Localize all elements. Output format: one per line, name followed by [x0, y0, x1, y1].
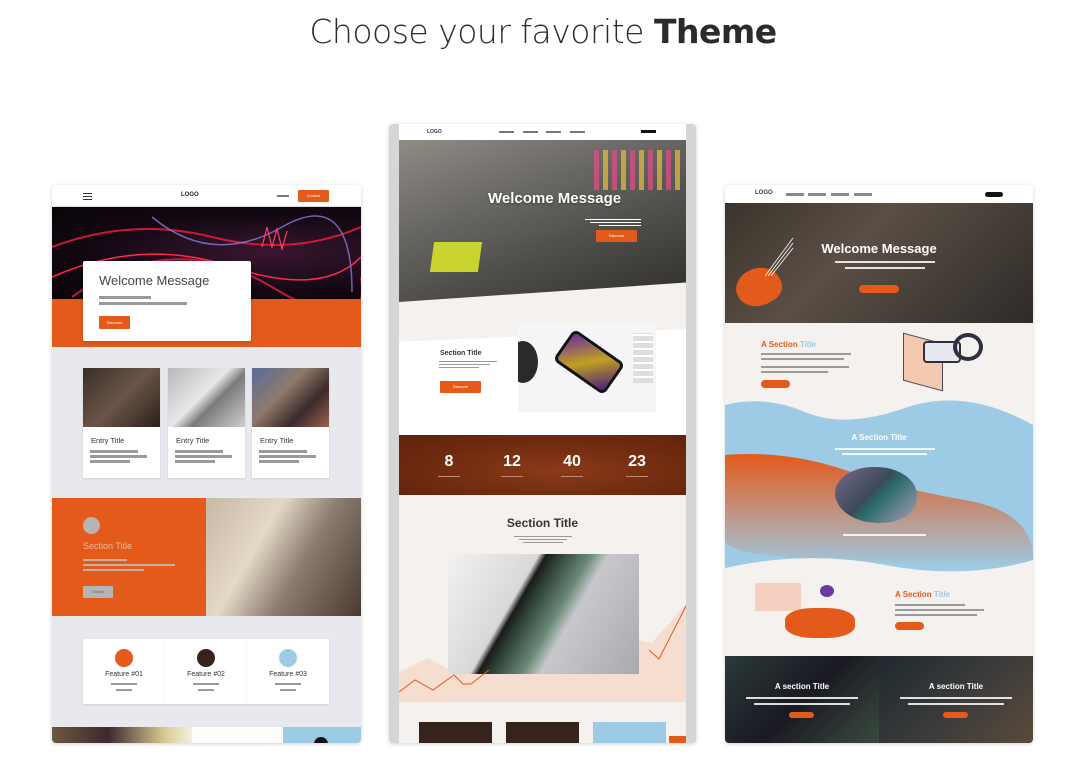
- entry-card: Entry Title: [83, 368, 160, 478]
- tile-button: [943, 712, 968, 718]
- theme2-footer-block: [419, 722, 492, 743]
- theme2-navbar: LOGO: [399, 124, 686, 140]
- theme3-logo: LOGO: [755, 190, 773, 196]
- theme2-section-discover-button: Discover: [440, 381, 481, 393]
- theme1-section-title: Section Title: [83, 541, 133, 551]
- entry-image: [168, 368, 245, 427]
- theme1-welcome-box: Welcome Message Discover: [83, 261, 251, 341]
- nav-link-placeholder: [854, 193, 872, 196]
- page-title-prefix: Choose your favorite: [309, 12, 654, 51]
- theme2-logo: LOGO: [427, 129, 442, 135]
- feature-icon: [115, 649, 133, 667]
- camera-lens: [518, 341, 538, 383]
- tile-title: A section Title: [928, 682, 984, 691]
- details-button: Details: [83, 586, 113, 598]
- page-title: Choose your favorite Theme: [0, 12, 1086, 51]
- theme2-discover-button: Discover: [596, 230, 637, 242]
- phone-shape: [552, 328, 626, 396]
- entry-title: Entry Title: [176, 436, 210, 445]
- theme3-tile: A section Title: [725, 656, 879, 743]
- counter-value: 12: [503, 453, 521, 470]
- theme1-logo: LOGO: [181, 192, 199, 198]
- nav-button-placeholder: [641, 130, 656, 133]
- laptop-shape: [429, 242, 483, 272]
- entry-title: Entry Title: [260, 436, 294, 445]
- theme3-welcome-title: Welcome Message: [821, 241, 937, 256]
- entry-image: [252, 368, 329, 427]
- entry-card: Entry Title: [168, 368, 245, 478]
- feature-label: Feature #01: [105, 671, 143, 678]
- theme1-section: Section Title Details: [52, 498, 206, 616]
- theme3-navbar: LOGO: [725, 185, 1033, 203]
- theme2-footer-block: [506, 722, 579, 743]
- theme2-footer-block: [593, 722, 666, 743]
- nav-link-placeholder: [523, 131, 538, 133]
- counter-value: 8: [444, 453, 454, 470]
- theme3-tile: A section Title: [879, 656, 1033, 743]
- theme2-line-chart: [399, 605, 686, 693]
- theme-card-2[interactable]: LOGO Welcome Message Discover Section Ti…: [389, 124, 696, 743]
- sticky-notes: [594, 150, 684, 190]
- feature-label: Feature #02: [187, 671, 225, 678]
- beanbag-illustration: [755, 573, 865, 645]
- hamburger-menu-icon: [83, 193, 92, 200]
- entry-card: Entry Title: [252, 368, 329, 478]
- theme1-welcome-title: Welcome Message: [99, 273, 210, 288]
- feature-card: Feature #02: [165, 639, 247, 704]
- tile-button: [789, 712, 814, 718]
- theme3-hero-image: Welcome Message: [725, 203, 1033, 323]
- entry-image: [83, 368, 160, 427]
- theme2-phone-image: [518, 323, 656, 412]
- nav-link-placeholder: [546, 131, 561, 133]
- vr-headset-illustration: [903, 332, 986, 393]
- nav-button-placeholder: [985, 192, 1003, 197]
- entry-title: Entry Title: [91, 436, 125, 445]
- theme3-section1-title: A Section Title: [761, 340, 817, 349]
- nav-link-placeholder: [499, 131, 514, 133]
- theme-card-1[interactable]: LOGO Contact Welcome Message Discover En…: [52, 185, 361, 743]
- counter-value: 23: [628, 453, 646, 470]
- theme1-footer-blank: [192, 727, 283, 743]
- nav-link-placeholder: [570, 131, 585, 133]
- theme3-section2-title: A Section Title: [851, 433, 907, 442]
- section-icon-circle: [83, 517, 100, 534]
- counter-value: 40: [563, 453, 581, 470]
- theme-card-3[interactable]: LOGO Welcome Message A Section Title A S…: [725, 185, 1033, 743]
- theme1-navbar: LOGO Contact: [52, 185, 361, 207]
- feature-card: Feature #03: [247, 639, 329, 704]
- theme3-section3-title: A Section Title: [895, 590, 951, 599]
- nav-link-placeholder: [808, 193, 826, 196]
- theme1-discover-button: Discover: [99, 316, 130, 329]
- theme1-footer-image: [52, 727, 192, 743]
- contact-button: Contact: [298, 190, 329, 202]
- feature-card: Feature #01: [83, 639, 165, 704]
- tile-title: A section Title: [774, 682, 830, 691]
- nav-link-placeholder: [831, 193, 849, 196]
- theme3-hero-button: [859, 285, 899, 293]
- theme2-counters: 8 12 40 23: [399, 435, 686, 495]
- feature-icon: [279, 649, 297, 667]
- theme2-hero-image: [399, 140, 686, 302]
- theme3-section3-button: [895, 622, 924, 630]
- theme2-section1-title: Section Title: [440, 350, 482, 357]
- keyboard-shape: [633, 333, 653, 383]
- feature-icon: [197, 649, 215, 667]
- nav-link-placeholder: [786, 193, 804, 196]
- theme2-page: LOGO Welcome Message Discover Section Ti…: [399, 124, 686, 743]
- page-title-emphasis: Theme: [653, 12, 777, 51]
- theme3-section1-button: [761, 380, 790, 388]
- feature-label: Feature #03: [269, 671, 307, 678]
- nav-link-placeholder: [277, 195, 289, 197]
- theme2-welcome-title: Welcome Message: [488, 190, 622, 207]
- theme2-section2-title: Section Title: [506, 516, 579, 530]
- theme1-section-image: [206, 498, 361, 616]
